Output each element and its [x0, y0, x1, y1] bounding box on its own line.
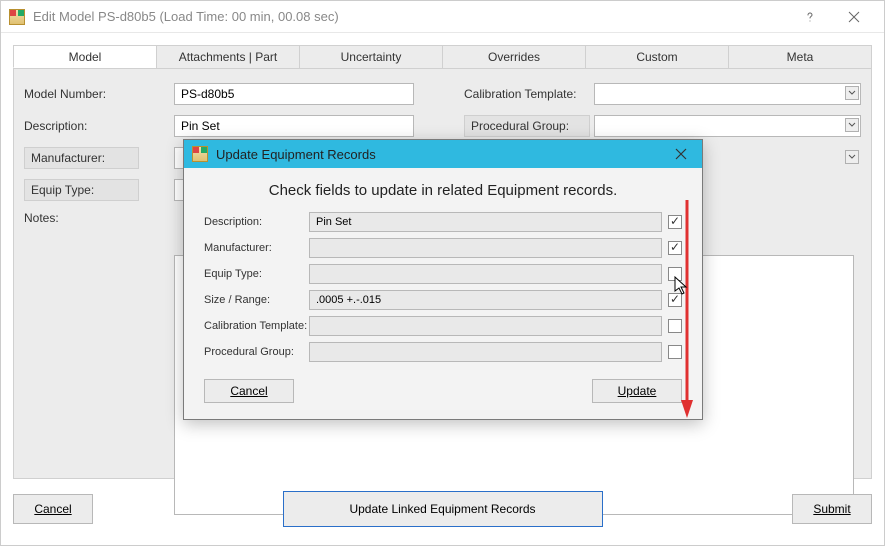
model-number-input[interactable] [174, 83, 414, 105]
dialog-update-label: Update [618, 384, 657, 398]
dlg-cal-template-input[interactable] [309, 316, 662, 336]
label-manufacturer: Manufacturer: [24, 147, 139, 169]
label-equip-type: Equip Type: [24, 179, 139, 201]
tab-uncertainty[interactable]: Uncertainty [299, 45, 443, 68]
dlg-label-size-range: Size / Range: [204, 294, 309, 306]
dlg-label-equip-type: Equip Type: [204, 268, 309, 280]
label-description: Description: [24, 119, 174, 133]
dlg-manufacturer-checkbox[interactable] [668, 241, 682, 255]
dialog-title: Update Equipment Records [216, 147, 668, 162]
help-button[interactable] [788, 2, 832, 32]
tab-model[interactable]: Model [13, 45, 157, 68]
dlg-cal-template-checkbox[interactable] [668, 319, 682, 333]
titlebar: Edit Model PS-d80b5 (Load Time: 00 min, … [1, 1, 884, 33]
label-procedural-group: Procedural Group: [464, 115, 590, 137]
dlg-size-range-checkbox[interactable] [668, 293, 682, 307]
dlg-proc-group-checkbox[interactable] [668, 345, 682, 359]
label-notes: Notes: [24, 211, 174, 225]
bottom-bar: Cancel Update Linked Equipment Records S… [13, 485, 872, 533]
dialog-cancel-button[interactable]: Cancel [204, 379, 294, 403]
dlg-equip-type-input[interactable] [309, 264, 662, 284]
tab-meta[interactable]: Meta [728, 45, 872, 68]
chevron-down-icon[interactable] [845, 150, 859, 164]
dlg-label-proc-group: Procedural Group: [204, 346, 309, 358]
submit-button-label: Submit [813, 502, 850, 516]
description-input[interactable] [174, 115, 414, 137]
dlg-label-manufacturer: Manufacturer: [204, 242, 309, 254]
dialog-close-button[interactable] [668, 144, 694, 164]
dlg-proc-group-input[interactable] [309, 342, 662, 362]
tab-bar: Model Attachments | Part Numbers Uncerta… [13, 45, 872, 69]
close-button[interactable] [832, 2, 876, 32]
dlg-manufacturer-input[interactable] [309, 238, 662, 258]
dialog-cancel-label: Cancel [230, 384, 267, 398]
procedural-group-combo[interactable] [594, 115, 861, 137]
dlg-description-checkbox[interactable] [668, 215, 682, 229]
app-icon [192, 146, 208, 162]
dialog-titlebar: Update Equipment Records [184, 140, 702, 168]
submit-button[interactable]: Submit [792, 494, 872, 524]
calibration-template-combo[interactable] [594, 83, 861, 105]
chevron-down-icon[interactable] [845, 118, 859, 132]
dlg-label-description: Description: [204, 216, 309, 228]
update-linked-button[interactable]: Update Linked Equipment Records [283, 491, 603, 527]
dlg-label-cal-template: Calibration Template: [204, 320, 309, 332]
app-icon [9, 9, 25, 25]
chevron-down-icon[interactable] [845, 86, 859, 100]
cancel-button-label: Cancel [34, 502, 71, 516]
main-window: Edit Model PS-d80b5 (Load Time: 00 min, … [0, 0, 885, 546]
label-calibration-template: Calibration Template: [464, 87, 594, 101]
tab-custom[interactable]: Custom [585, 45, 729, 68]
tab-overrides[interactable]: Overrides [442, 45, 586, 68]
tab-attachments[interactable]: Attachments | Part Numbers [156, 45, 300, 68]
cancel-button[interactable]: Cancel [13, 494, 93, 524]
label-model-number: Model Number: [24, 87, 174, 101]
dlg-description-input[interactable] [309, 212, 662, 232]
window-title: Edit Model PS-d80b5 (Load Time: 00 min, … [33, 9, 788, 24]
dlg-size-range-input[interactable] [309, 290, 662, 310]
update-linked-label: Update Linked Equipment Records [349, 502, 535, 516]
update-equipment-dialog: Update Equipment Records Check fields to… [183, 139, 703, 420]
dialog-lead-text: Check fields to update in related Equipm… [184, 168, 702, 209]
dlg-equip-type-checkbox[interactable] [668, 267, 682, 281]
dialog-update-button[interactable]: Update [592, 379, 682, 403]
